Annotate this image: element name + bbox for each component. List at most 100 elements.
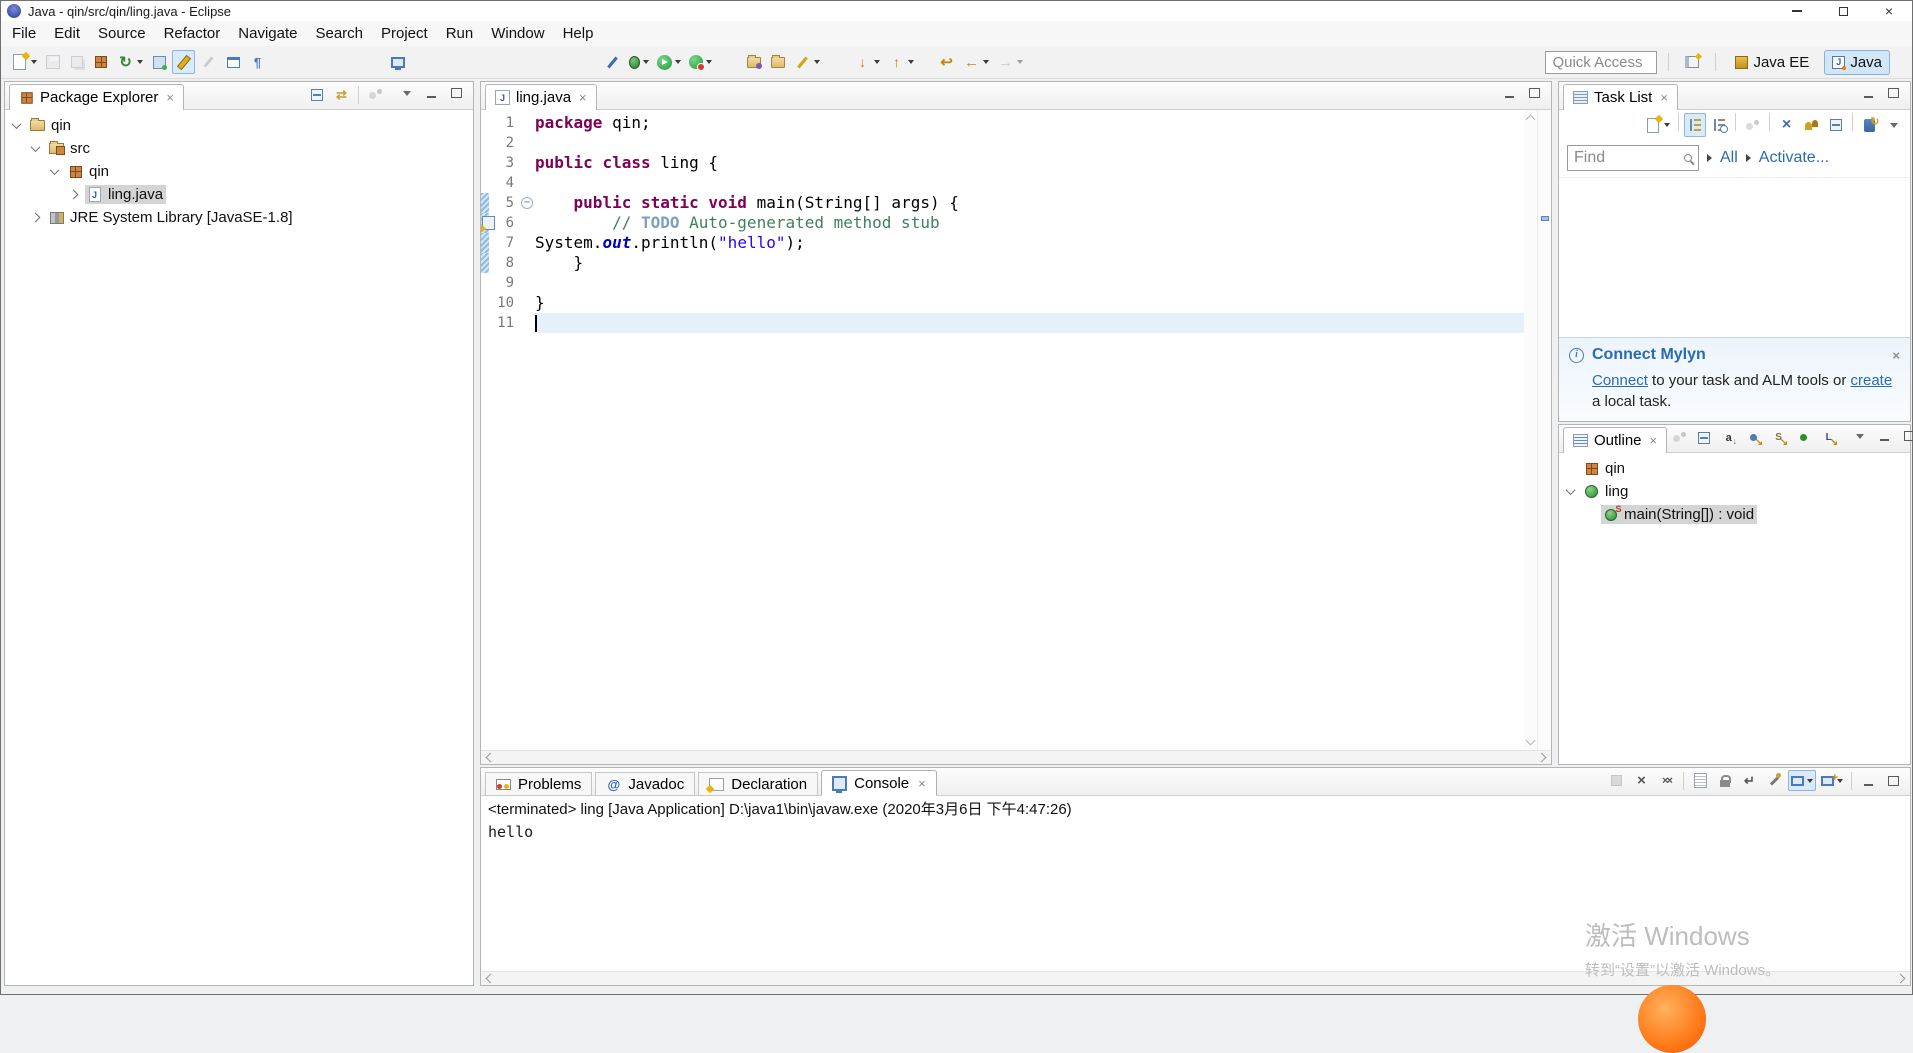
dropdown-arrow-icon[interactable] <box>1664 123 1670 127</box>
chevron-right-icon[interactable] <box>1745 154 1751 162</box>
maximize-button[interactable] <box>1523 81 1546 105</box>
tree-item-qin[interactable]: qin <box>1559 457 1910 480</box>
back-button[interactable] <box>960 50 992 74</box>
minimize-button[interactable] <box>1873 424 1896 448</box>
sort-button[interactable] <box>1717 427 1740 448</box>
clear-console-button[interactable] <box>1689 770 1712 791</box>
minimize-window-button[interactable] <box>1774 1 1820 21</box>
menu-search[interactable]: Search <box>306 21 372 46</box>
menu-navigate[interactable]: Navigate <box>229 21 306 46</box>
code-line-7[interactable]: 7 System.out.println("hello"); <box>481 233 1524 253</box>
close-window-button[interactable]: × <box>1866 1 1912 21</box>
find-input[interactable]: Find <box>1567 145 1699 171</box>
connect-link[interactable]: Connect <box>1592 372 1648 389</box>
run-external-tools-button[interactable] <box>686 50 715 74</box>
menu-source[interactable]: Source <box>89 21 155 46</box>
pin-console-button[interactable] <box>1763 770 1786 791</box>
my-tasks-button[interactable] <box>1800 113 1823 137</box>
minimize-button[interactable] <box>1857 81 1880 105</box>
scheduled-button[interactable] <box>1708 113 1730 137</box>
tab-outline[interactable]: Outline × <box>1563 427 1668 453</box>
display-selected-console-button[interactable] <box>1788 770 1816 791</box>
code-editor[interactable]: 1 package qin; 2 3 public class ling {4 5− pu… <box>481 110 1524 750</box>
tab-console[interactable]: Console × <box>821 770 937 796</box>
close-icon[interactable]: × <box>918 776 926 791</box>
synchronize-button[interactable] <box>1858 113 1880 137</box>
code-line-9[interactable]: 9 <box>481 273 1524 293</box>
fold-collapse-icon[interactable]: − <box>521 197 533 209</box>
tree-item-ling[interactable]: ling <box>1559 480 1910 503</box>
scroll-left-icon[interactable] <box>485 973 496 984</box>
new-wizard-button[interactable] <box>8 50 40 74</box>
tab-declaration[interactable]: Declaration <box>698 772 819 796</box>
dropdown-arrow-icon[interactable] <box>643 60 649 64</box>
new-java-package-button[interactable] <box>90 50 112 74</box>
dropdown-arrow-icon[interactable] <box>137 60 143 64</box>
tab-package-explorer[interactable]: Package Explorer × <box>9 84 184 110</box>
dropdown-arrow-icon[interactable] <box>908 60 914 64</box>
minimize-button[interactable] <box>420 81 443 105</box>
remove-launch-button[interactable] <box>1630 770 1653 791</box>
remove-all-terminated-launches-button[interactable] <box>1655 770 1678 791</box>
maximize-window-button[interactable] <box>1820 1 1866 21</box>
dropdown-arrow-icon[interactable] <box>874 60 880 64</box>
hide-static-members-button[interactable] <box>1767 427 1790 448</box>
hide-fields-button[interactable] <box>1742 427 1765 448</box>
chevron-down-icon[interactable] <box>11 119 22 130</box>
dropdown-arrow-icon[interactable] <box>814 60 820 64</box>
chevron-right-icon[interactable] <box>68 189 79 200</box>
mark-occurrences-button[interactable] <box>197 50 220 74</box>
dropdown-arrow-icon[interactable] <box>1807 778 1813 783</box>
tab-ling-java[interactable]: J ling.java × <box>485 84 597 110</box>
scroll-right-icon[interactable] <box>1895 973 1906 984</box>
activate-link[interactable]: Activate... <box>1759 149 1829 167</box>
task-marker-icon[interactable] <box>482 216 495 230</box>
collapse-all-button[interactable] <box>306 84 328 105</box>
dropdown-arrow-icon[interactable] <box>706 60 712 64</box>
collapse-all-button[interactable] <box>1825 113 1847 137</box>
close-icon[interactable]: × <box>166 90 174 105</box>
quick-access-input[interactable]: Quick Access <box>1545 50 1658 74</box>
show-whitespace-button[interactable] <box>246 50 269 74</box>
save-all-button[interactable] <box>66 50 88 74</box>
chevron-down-icon[interactable] <box>49 165 60 176</box>
dropdown-arrow-icon[interactable] <box>1017 60 1023 64</box>
scroll-left-icon[interactable] <box>485 752 496 763</box>
tree-item-jre-system-library-javase-1-8[interactable]: JRE System Library [JavaSE-1.8] <box>5 206 473 229</box>
tree-item-qin[interactable]: qin <box>5 114 473 137</box>
outline-tree[interactable]: qin ling Smain(String[]) : void <box>1559 453 1910 764</box>
open-task-repository-button[interactable] <box>767 50 789 74</box>
word-wrap-button[interactable] <box>1738 770 1761 791</box>
editor-horizontal-scrollbar[interactable] <box>481 750 1551 764</box>
tree-item-main-string-void[interactable]: Smain(String[]) : void <box>1559 503 1910 526</box>
dropdown-arrow-icon[interactable] <box>983 60 989 64</box>
code-line-6[interactable]: 6 // TODO Auto-generated method stub <box>481 213 1524 233</box>
hide-local-types-button[interactable] <box>1817 427 1840 448</box>
task-annotation-marker[interactable] <box>1541 216 1549 221</box>
tab-problems[interactable]: Problems <box>485 772 593 796</box>
save-button[interactable] <box>42 50 64 74</box>
categorized-button[interactable] <box>1684 113 1706 137</box>
forward-button[interactable] <box>994 50 1026 74</box>
last-edit-location-button[interactable] <box>935 50 958 74</box>
open-view-button[interactable] <box>222 50 244 74</box>
close-icon[interactable]: × <box>1650 433 1658 448</box>
hide-completed-tasks-button[interactable] <box>1775 113 1798 137</box>
maximize-button[interactable] <box>445 81 468 105</box>
menu-run[interactable]: Run <box>437 21 483 46</box>
chevron-down-icon[interactable] <box>1565 485 1576 496</box>
new-task-button[interactable] <box>1641 113 1673 137</box>
chevron-down-icon[interactable] <box>30 142 41 153</box>
code-line-1[interactable]: 1 package qin; <box>481 113 1524 133</box>
close-icon[interactable]: × <box>1660 90 1668 105</box>
maximize-button[interactable] <box>1882 770 1905 791</box>
chevron-right-icon[interactable] <box>1707 154 1712 162</box>
all-link[interactable]: All <box>1720 149 1738 167</box>
editor-vertical-scrollbar[interactable] <box>1524 110 1537 750</box>
dropdown-arrow-icon[interactable] <box>675 60 681 64</box>
scroll-up-icon[interactable] <box>1525 114 1536 125</box>
next-annotation-button[interactable] <box>851 50 883 74</box>
tree-item-ling-java[interactable]: Jling.java <box>5 183 473 206</box>
close-icon[interactable]: × <box>579 90 587 105</box>
new-java-ee-resource-button[interactable] <box>148 50 170 74</box>
